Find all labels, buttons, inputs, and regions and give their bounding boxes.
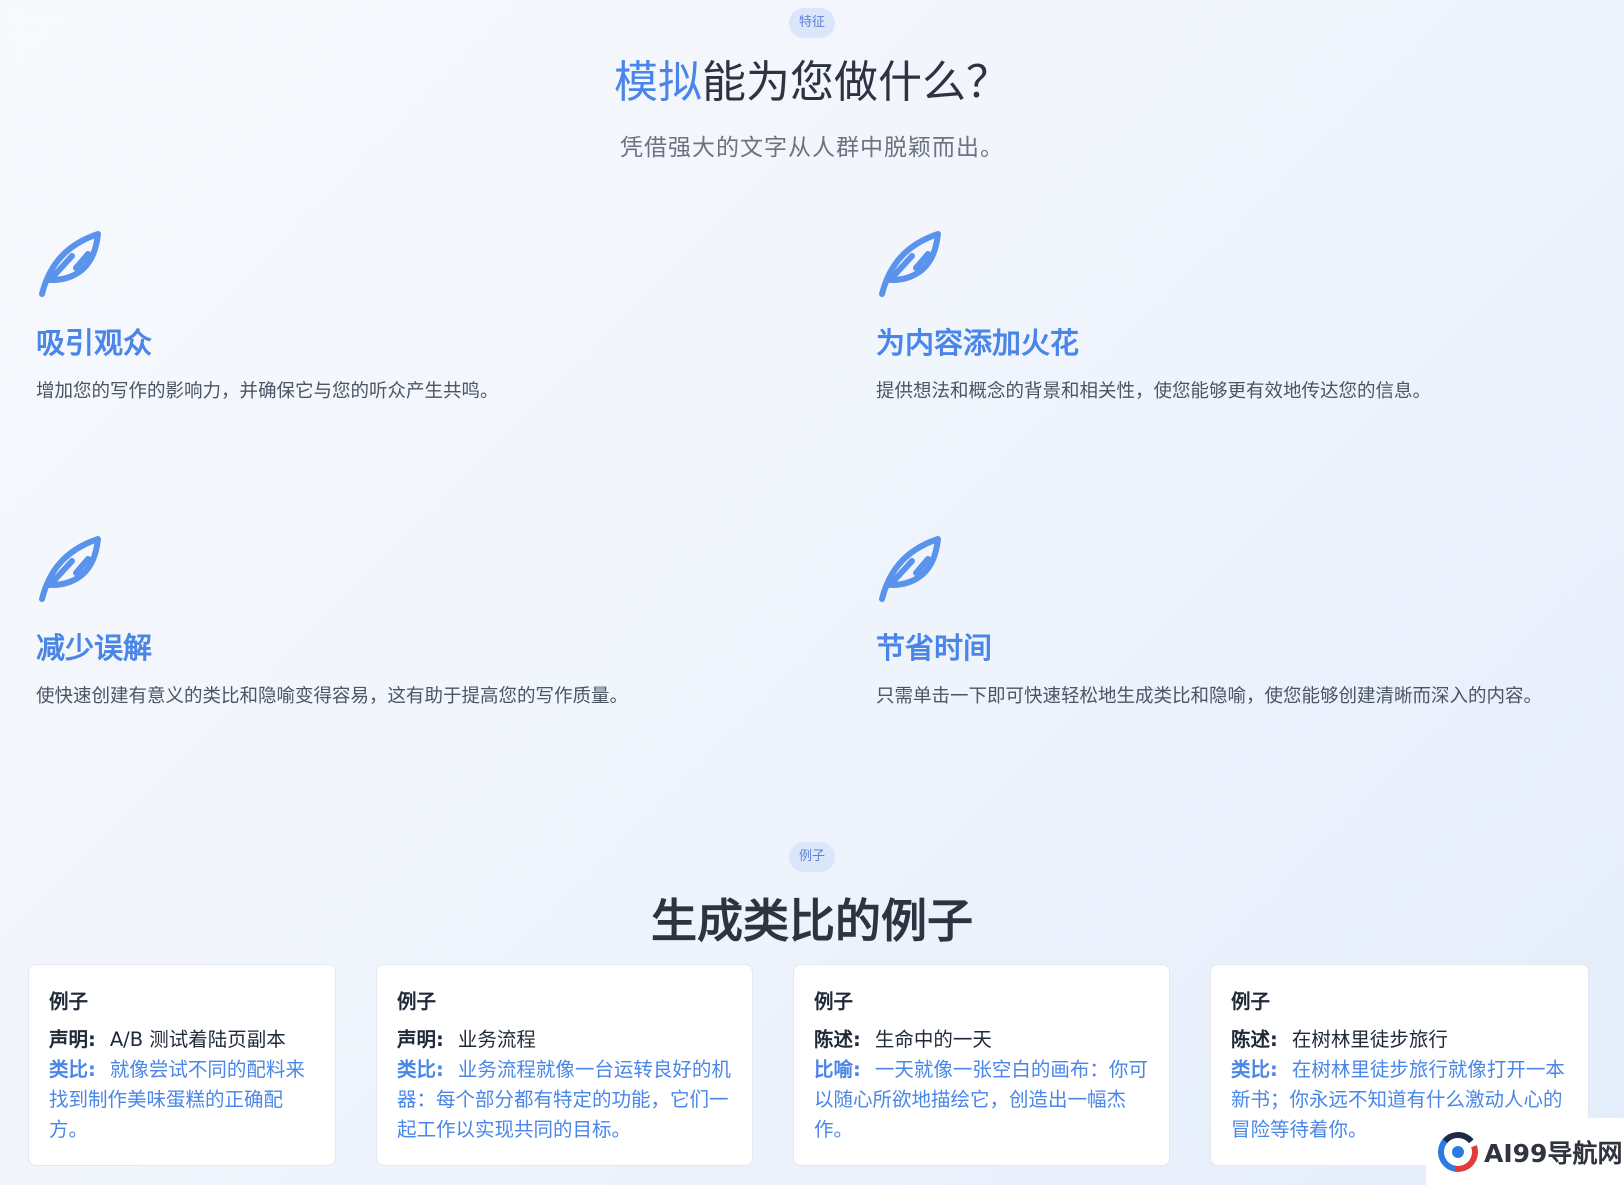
page-title: 模拟能为您做什么？ — [0, 55, 1624, 111]
example-analogy: 比喻: 一天就像一张空白的画布：你可以随心所欲地描绘它，创造出一幅杰作。 — [814, 1055, 1149, 1145]
example-card: 例子 声明: 业务流程 类比: 业务流程就像一台运转良好的机器：每个部分都有特定的功… — [376, 964, 753, 1166]
feature-title: 吸引观众 — [36, 326, 153, 360]
feature-title: 为内容添加火花 — [876, 326, 1080, 360]
feature-description: 只需单击一下即可快速轻松地生成类比和隐喻，使您能够创建清晰而深入的内容。 — [876, 686, 1543, 707]
statement-value: 生命中的一天 — [874, 1028, 992, 1051]
example-statement: 陈述: 在树林里徒步旅行 — [1231, 1025, 1568, 1055]
example-analogy: 类比: 就像尝试不同的配料来找到制作美味蛋糕的正确配方。 — [49, 1055, 315, 1145]
feather-icon — [879, 231, 941, 297]
analogy-label: 类比: — [397, 1058, 444, 1081]
statement-label: 声明: — [49, 1028, 96, 1051]
feature-card: 节省时间 只需单击一下即可快速轻松地生成类比和隐喻，使您能够创建清晰而深入的内容… — [876, 533, 1624, 707]
feather-icon — [879, 536, 941, 602]
statement-value: 在树林里徒步旅行 — [1291, 1028, 1448, 1051]
example-statement: 陈述: 生命中的一天 — [814, 1025, 1149, 1055]
site-watermark[interactable]: AI99导航网 — [1426, 1118, 1624, 1185]
analogy-label: 比喻: — [814, 1058, 861, 1081]
analogy-value: 业务流程就像一台运转良好的机器：每个部分都有特定的功能，它们一起工作以实现共同的… — [397, 1058, 731, 1141]
feature-description: 使快速创建有意义的类比和隐喻变得容易，这有助于提高您的写作质量。 — [36, 686, 629, 707]
examples-badge: 例子 — [788, 842, 836, 872]
example-card-heading: 例子 — [814, 990, 854, 1013]
page-subtitle: 凭借强大的文字从人群中脱颖而出。 — [620, 135, 1004, 161]
example-card-heading: 例子 — [397, 990, 437, 1013]
example-analogy: 类比: 业务流程就像一台运转良好的机器：每个部分都有特定的功能，它们一起工作以实现… — [397, 1055, 732, 1145]
statement-label: 声明: — [397, 1028, 444, 1051]
example-statement: 声明: 业务流程 — [397, 1025, 732, 1055]
ai99-logo-icon — [1438, 1131, 1478, 1172]
page-title-rest: 能为您做什么？ — [702, 57, 1010, 108]
example-statement: 声明: A/B 测试着陆页副本 — [49, 1025, 315, 1055]
feature-title: 节省时间 — [876, 631, 993, 665]
analogy-label: 类比: — [49, 1058, 96, 1081]
feature-description: 提供想法和概念的背景和相关性，使您能够更有效地传达您的信息。 — [876, 381, 1432, 402]
example-card: 例子 声明: A/B 测试着陆页副本 类比: 就像尝试不同的配料来找到制作美味蛋糕的… — [28, 964, 336, 1166]
feature-card: 吸引观众 增加您的写作的影响力，并确保它与您的听众产生共鸣。 — [36, 228, 796, 402]
feature-description: 增加您的写作的影响力，并确保它与您的听众产生共鸣。 — [36, 381, 499, 402]
examples-title: 生成类比的例子 — [651, 894, 973, 948]
statement-label: 陈述: — [814, 1028, 861, 1051]
statement-value: A/B 测试着陆页副本 — [109, 1028, 286, 1051]
analogy-label: 类比: — [1231, 1058, 1278, 1081]
page-title-accent: 模拟 — [614, 57, 702, 108]
analogy-value: 一天就像一张空白的画布：你可以随心所欲地描绘它，创造出一幅杰作。 — [814, 1058, 1148, 1141]
feature-card: 减少误解 使快速创建有意义的类比和隐喻变得容易，这有助于提高您的写作质量。 — [36, 533, 796, 707]
statement-value: 业务流程 — [457, 1028, 536, 1051]
statement-label: 陈述: — [1231, 1028, 1278, 1051]
feather-icon — [39, 231, 101, 297]
feather-icon — [39, 536, 101, 602]
watermark-text: AI99导航网 — [1484, 1138, 1623, 1168]
example-card: 例子 陈述: 生命中的一天 比喻: 一天就像一张空白的画布：你可以随心所欲地描绘它，… — [793, 964, 1170, 1166]
feature-title: 减少误解 — [36, 631, 153, 665]
features-badge: 特征 — [788, 8, 836, 38]
feature-card: 为内容添加火花 提供想法和概念的背景和相关性，使您能够更有效地传达您的信息。 — [876, 228, 1624, 402]
example-card-heading: 例子 — [49, 990, 89, 1013]
example-card-heading: 例子 — [1231, 990, 1271, 1013]
